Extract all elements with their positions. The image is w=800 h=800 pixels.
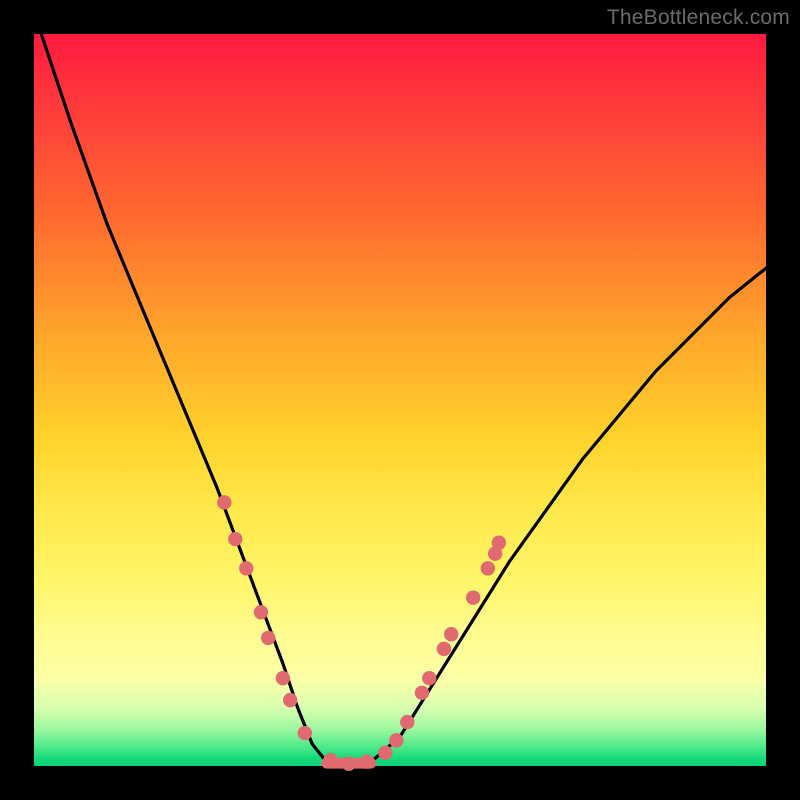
data-marker — [254, 605, 268, 619]
data-marker — [228, 532, 242, 546]
data-marker — [360, 754, 374, 768]
data-marker — [492, 536, 506, 550]
data-marker — [400, 715, 414, 729]
bottleneck-curve — [41, 34, 766, 766]
data-marker — [422, 671, 436, 685]
chart-plot-area — [34, 34, 766, 766]
data-marker — [378, 746, 392, 760]
data-markers — [217, 495, 506, 771]
data-marker — [437, 642, 451, 656]
data-marker — [444, 627, 458, 641]
data-marker — [342, 757, 356, 771]
chart-frame: TheBottleneck.com — [0, 0, 800, 800]
data-marker — [283, 693, 297, 707]
data-marker — [217, 495, 231, 509]
watermark-text: TheBottleneck.com — [607, 6, 790, 30]
data-marker — [481, 561, 495, 575]
data-marker — [415, 686, 429, 700]
data-marker — [261, 631, 275, 645]
data-marker — [298, 726, 312, 740]
chart-svg — [34, 34, 766, 766]
data-marker — [389, 733, 403, 747]
curve-line — [41, 34, 766, 766]
data-marker — [276, 671, 290, 685]
data-marker — [466, 590, 480, 604]
data-marker — [239, 561, 253, 575]
data-marker — [323, 753, 337, 767]
